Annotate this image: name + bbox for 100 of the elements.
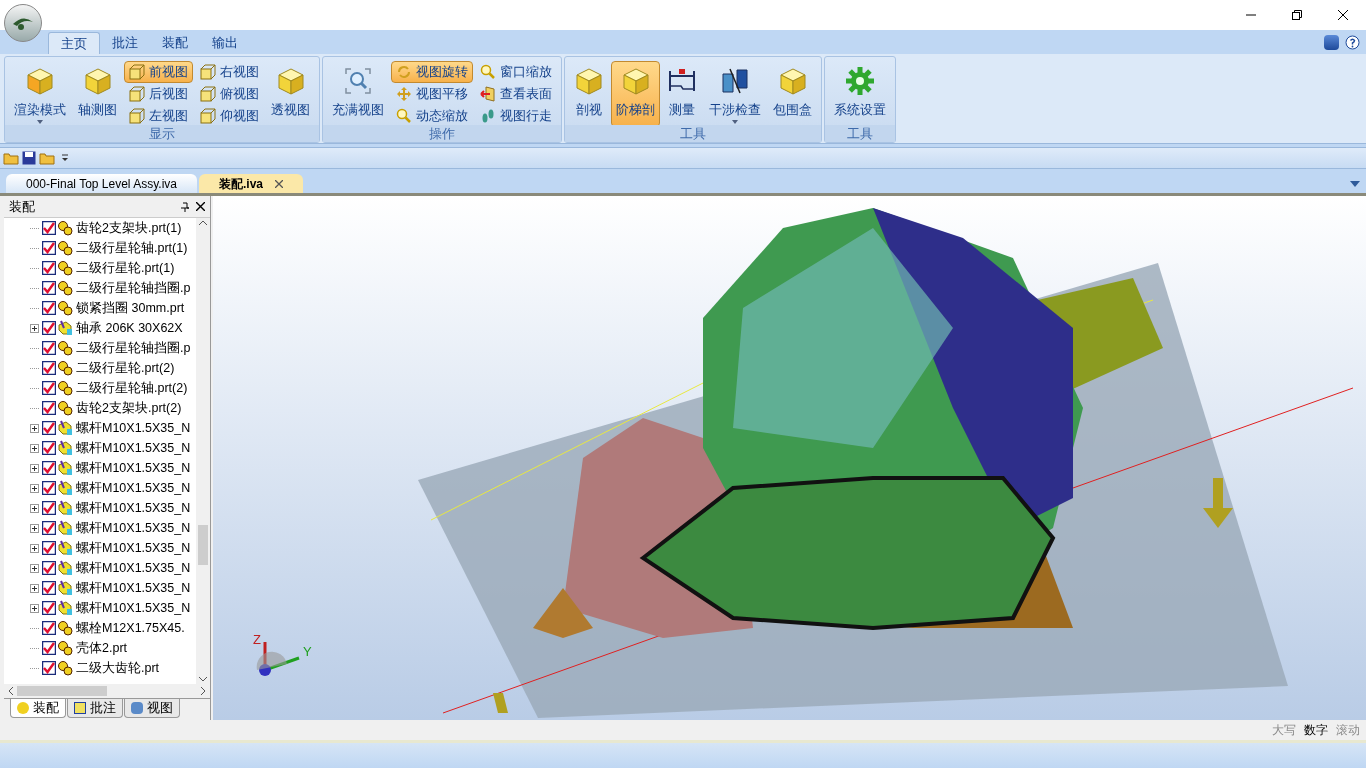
ribbon-button[interactable]: 渲染模式 xyxy=(9,61,71,127)
ribbon-small-button[interactable]: 左视图 xyxy=(124,105,193,127)
checkbox[interactable] xyxy=(42,381,56,395)
tree-item[interactable]: 螺杆M10X1.5X35_N xyxy=(4,558,196,578)
ribbon-small-button[interactable]: 仰视图 xyxy=(195,105,264,127)
horizontal-scrollbar[interactable] xyxy=(4,684,210,698)
expand-icon[interactable] xyxy=(30,483,39,493)
panel-tab[interactable]: 批注 xyxy=(67,699,123,718)
tree-item[interactable]: 轴承 206K 30X62X xyxy=(4,318,196,338)
tree-item[interactable]: 壳体2.prt xyxy=(4,638,196,658)
document-tab[interactable]: 000-Final Top Level Assy.iva xyxy=(6,174,197,193)
checkbox[interactable] xyxy=(42,321,56,335)
expand-icon[interactable] xyxy=(30,503,39,513)
scrollbar-thumb[interactable] xyxy=(17,686,107,696)
ribbon-small-button[interactable]: 查看表面 xyxy=(475,83,557,105)
tree-item[interactable]: 二级行星轮.prt(1) xyxy=(4,258,196,278)
tree-item[interactable]: 螺杆M10X1.5X35_N xyxy=(4,498,196,518)
tree-item[interactable]: 螺杆M10X1.5X35_N xyxy=(4,518,196,538)
checkbox[interactable] xyxy=(42,561,56,575)
ribbon-button[interactable]: 剖视 xyxy=(569,61,609,127)
checkbox[interactable] xyxy=(42,581,56,595)
ribbon-tab[interactable]: 输出 xyxy=(200,32,250,54)
checkbox[interactable] xyxy=(42,261,56,275)
checkbox[interactable] xyxy=(42,421,56,435)
expand-icon[interactable] xyxy=(30,323,39,333)
checkbox[interactable] xyxy=(42,601,56,615)
vertical-scrollbar[interactable] xyxy=(196,218,210,684)
expand-icon[interactable] xyxy=(30,463,39,473)
tree-item[interactable]: 螺杆M10X1.5X35_N xyxy=(4,438,196,458)
ribbon-small-button[interactable]: 后视图 xyxy=(124,83,193,105)
tree-item[interactable]: 齿轮2支架块.prt(2) xyxy=(4,398,196,418)
checkbox[interactable] xyxy=(42,461,56,475)
tree-item[interactable]: 螺杆M10X1.5X35_N xyxy=(4,478,196,498)
ribbon-tab[interactable]: 装配 xyxy=(150,32,200,54)
tree-item[interactable]: 螺杆M10X1.5X35_N xyxy=(4,418,196,438)
tree-item[interactable]: 齿轮2支架块.prt(1) xyxy=(4,218,196,238)
ribbon-button[interactable]: 阶梯剖 xyxy=(611,61,660,127)
ribbon-tab[interactable]: 主页 xyxy=(48,32,100,54)
checkbox[interactable] xyxy=(42,521,56,535)
tree-item[interactable]: 螺杆M10X1.5X35_N xyxy=(4,458,196,478)
expand-icon[interactable] xyxy=(30,563,39,573)
ribbon-button[interactable]: 包围盒 xyxy=(768,61,817,127)
tree-item[interactable]: 二级行星轮轴.prt(1) xyxy=(4,238,196,258)
checkbox[interactable] xyxy=(42,301,56,315)
checkbox[interactable] xyxy=(42,221,56,235)
close-icon[interactable] xyxy=(196,202,205,211)
expand-icon[interactable] xyxy=(30,443,39,453)
expand-icon[interactable] xyxy=(30,603,39,613)
checkbox[interactable] xyxy=(42,441,56,455)
checkbox[interactable] xyxy=(42,281,56,295)
help-icon[interactable] xyxy=(1345,35,1360,50)
checkbox[interactable] xyxy=(42,541,56,555)
tree-item[interactable]: 二级大齿轮.prt xyxy=(4,658,196,678)
ribbon-button[interactable]: 干涉检查 xyxy=(704,61,766,127)
close-icon[interactable] xyxy=(275,179,283,188)
tree-item[interactable]: 二级行星轮轴挡圈.p xyxy=(4,278,196,298)
checkbox[interactable] xyxy=(42,401,56,415)
checkbox[interactable] xyxy=(42,241,56,255)
ribbon-small-button[interactable]: 前视图 xyxy=(124,61,193,83)
tree-item[interactable]: 螺栓M12X1.75X45. xyxy=(4,618,196,638)
3d-viewport[interactable]: Z Y xyxy=(213,196,1366,720)
tree-item[interactable]: 二级行星轮.prt(2) xyxy=(4,358,196,378)
checkbox[interactable] xyxy=(42,661,56,675)
ribbon-button[interactable]: 透视图 xyxy=(266,61,315,127)
ribbon-button[interactable]: 测量 xyxy=(662,61,702,127)
scroll-up-icon[interactable] xyxy=(199,220,207,225)
ribbon-small-button[interactable]: 右视图 xyxy=(195,61,264,83)
expand-icon[interactable] xyxy=(30,583,39,593)
scroll-down-icon[interactable] xyxy=(199,677,207,682)
tree-item[interactable]: 螺杆M10X1.5X35_N xyxy=(4,598,196,618)
ribbon-tab[interactable]: 批注 xyxy=(100,32,150,54)
scrollbar-thumb[interactable] xyxy=(198,525,208,565)
ribbon-small-button[interactable]: 视图行走 xyxy=(475,105,557,127)
save-icon[interactable] xyxy=(22,151,36,165)
ribbon-button[interactable]: 充满视图 xyxy=(327,61,389,127)
tree-item[interactable]: 锁紧挡圈 30mm.prt xyxy=(4,298,196,318)
expand-icon[interactable] xyxy=(30,523,39,533)
checkbox[interactable] xyxy=(42,641,56,655)
scroll-right-icon[interactable] xyxy=(201,687,206,695)
ribbon-small-button[interactable]: 视图平移 xyxy=(391,83,473,105)
ribbon-small-button[interactable]: 动态缩放 xyxy=(391,105,473,127)
expand-icon[interactable] xyxy=(30,543,39,553)
tree-item[interactable]: 螺杆M10X1.5X35_N xyxy=(4,578,196,598)
pin-icon[interactable] xyxy=(180,201,190,212)
expand-icon[interactable] xyxy=(30,423,39,433)
ribbon-small-button[interactable]: 俯视图 xyxy=(195,83,264,105)
tree-item[interactable]: 螺杆M10X1.5X35_N xyxy=(4,538,196,558)
tree-item[interactable]: 二级行星轮轴挡圈.p xyxy=(4,338,196,358)
tree-item[interactable]: 二级行星轮轴.prt(2) xyxy=(4,378,196,398)
ribbon-small-button[interactable]: 视图旋转 xyxy=(391,61,473,83)
panel-tab[interactable]: 视图 xyxy=(124,699,180,718)
panel-tab[interactable]: 装配 xyxy=(10,699,66,718)
checkbox[interactable] xyxy=(42,341,56,355)
dropdown-icon[interactable] xyxy=(1350,181,1360,187)
ribbon-button[interactable]: 轴测图 xyxy=(73,61,122,127)
checkbox[interactable] xyxy=(42,361,56,375)
app-logo-icon[interactable] xyxy=(4,4,42,42)
document-tab[interactable]: 装配.iva xyxy=(199,174,303,193)
ribbon-small-button[interactable]: 窗口缩放 xyxy=(475,61,557,83)
chat-icon[interactable] xyxy=(1324,35,1339,50)
